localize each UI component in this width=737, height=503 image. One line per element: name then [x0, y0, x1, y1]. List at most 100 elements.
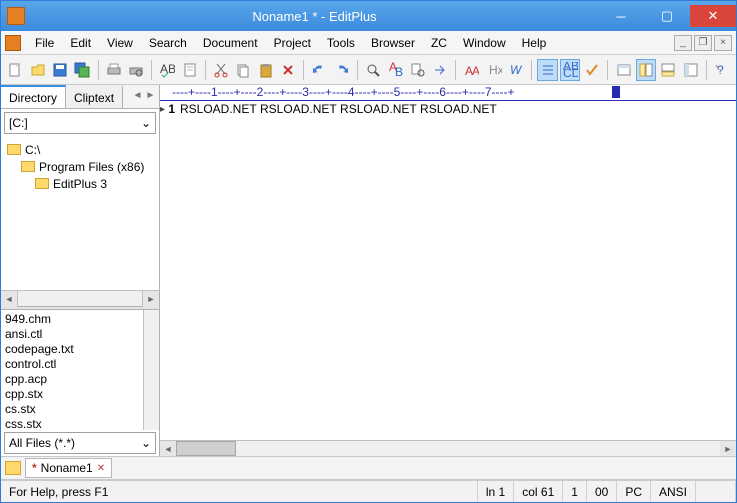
- find-icon[interactable]: [363, 59, 383, 81]
- chevron-down-icon: ⌄: [141, 116, 151, 130]
- menu-project[interactable]: Project: [266, 33, 319, 53]
- replace-icon[interactable]: AB: [385, 59, 405, 81]
- save-icon[interactable]: [50, 59, 70, 81]
- goto-line-icon[interactable]: [430, 59, 450, 81]
- highlight-icon[interactable]: Hx: [484, 59, 504, 81]
- file-list[interactable]: 949.chm ansi.ctl codepage.txt control.ct…: [1, 310, 159, 430]
- tab-directory[interactable]: Directory: [1, 85, 66, 108]
- mdi-close[interactable]: ×: [714, 35, 732, 51]
- paste-icon[interactable]: [256, 59, 276, 81]
- output-panel-icon[interactable]: [658, 59, 678, 81]
- window-title: Noname1 * - EditPlus: [31, 9, 598, 24]
- list-item[interactable]: css.stx: [5, 417, 155, 430]
- line-number-icon[interactable]: [537, 59, 557, 81]
- list-item[interactable]: cs.stx: [5, 402, 155, 417]
- spellcheck-icon[interactable]: ABC: [157, 59, 177, 81]
- menu-help[interactable]: Help: [514, 33, 555, 53]
- directory-panel-icon[interactable]: [636, 59, 656, 81]
- modified-indicator: *: [32, 461, 37, 475]
- list-item[interactable]: control.ctl: [5, 357, 155, 372]
- folder-icon: [21, 161, 35, 172]
- menu-tools[interactable]: Tools: [319, 33, 363, 53]
- svg-text:Hx: Hx: [489, 63, 502, 77]
- new-file-icon[interactable]: [5, 59, 25, 81]
- tab-cliptext[interactable]: Cliptext: [66, 85, 123, 108]
- print-preview-icon[interactable]: [126, 59, 146, 81]
- editor-hscrollbar[interactable]: ◄ ►: [160, 440, 736, 456]
- font-icon[interactable]: AA: [461, 59, 481, 81]
- drive-combobox[interactable]: [C:] ⌄: [4, 112, 156, 134]
- copy-icon[interactable]: [233, 59, 253, 81]
- tree-root[interactable]: C:\: [25, 143, 40, 157]
- menu-edit[interactable]: Edit: [62, 33, 99, 53]
- titlebar[interactable]: Noname1 * - EditPlus ─ ▢ ✕: [1, 1, 736, 31]
- status-help: For Help, press F1: [1, 481, 478, 502]
- mdi-minimize[interactable]: _: [674, 35, 692, 51]
- menu-view[interactable]: View: [99, 33, 141, 53]
- folder-icon: [7, 144, 21, 155]
- ruler-caret: [612, 86, 620, 98]
- svg-text:B: B: [395, 65, 403, 78]
- undo-icon[interactable]: [309, 59, 329, 81]
- window-controls: ─ ▢ ✕: [598, 5, 736, 27]
- chevron-down-icon: ⌄: [141, 436, 151, 450]
- check-syntax-icon[interactable]: [582, 59, 602, 81]
- list-item[interactable]: cpp.acp: [5, 372, 155, 387]
- status-resize-grip[interactable]: [696, 481, 736, 502]
- find-in-files-icon[interactable]: [408, 59, 428, 81]
- svg-text:?: ?: [717, 63, 724, 77]
- gutter: 1: [160, 101, 178, 440]
- status-ovr: 00: [587, 481, 617, 502]
- menu-window[interactable]: Window: [455, 33, 514, 53]
- document-template-icon[interactable]: [179, 59, 199, 81]
- ruler: ----+----1----+----2----+----3----+----4…: [160, 85, 736, 101]
- ruler-icon[interactable]: ABCD: [560, 59, 580, 81]
- list-item[interactable]: 949.chm: [5, 312, 155, 327]
- menu-document[interactable]: Document: [195, 33, 266, 53]
- menu-zc[interactable]: ZC: [423, 33, 455, 53]
- tree-child1[interactable]: Program Files (x86): [39, 160, 144, 174]
- tree-hscrollbar[interactable]: [1, 290, 159, 306]
- filter-value: All Files (*.*): [9, 436, 75, 450]
- scroll-left-icon[interactable]: ◄: [160, 441, 176, 456]
- tab-folder-icon[interactable]: [5, 461, 21, 475]
- list-item[interactable]: codepage.txt: [5, 342, 155, 357]
- open-file-icon[interactable]: [27, 59, 47, 81]
- maximize-button[interactable]: ▢: [644, 5, 690, 27]
- sidebar: Directory Cliptext ◄ ► [C:] ⌄ C:\ Progra…: [1, 85, 160, 456]
- delete-icon[interactable]: [278, 59, 298, 81]
- print-icon[interactable]: [103, 59, 123, 81]
- text-editor[interactable]: ▸ 1 RSLOAD.NET RSLOAD.NET RSLOAD.NET RSL…: [160, 101, 736, 440]
- doc-tab-label: Noname1: [41, 461, 93, 475]
- redo-icon[interactable]: [332, 59, 352, 81]
- cut-icon[interactable]: [211, 59, 231, 81]
- scroll-right-icon[interactable]: ►: [720, 441, 736, 456]
- sidebar-tabs: Directory Cliptext ◄ ►: [1, 85, 159, 109]
- status-encoding: ANSI: [651, 481, 696, 502]
- browser-icon[interactable]: [613, 59, 633, 81]
- tab-scroll-left-icon[interactable]: ◄: [132, 91, 143, 102]
- list-item[interactable]: cpp.stx: [5, 387, 155, 402]
- minimize-button[interactable]: ─: [598, 5, 644, 27]
- menu-search[interactable]: Search: [141, 33, 195, 53]
- document-tab[interactable]: * Noname1 ✕: [25, 458, 112, 478]
- save-all-icon[interactable]: [72, 59, 92, 81]
- menu-file[interactable]: File: [27, 33, 62, 53]
- filter-combobox[interactable]: All Files (*.*) ⌄: [4, 432, 156, 454]
- close-tab-icon[interactable]: ✕: [97, 463, 105, 474]
- help-icon[interactable]: ?: [712, 59, 732, 81]
- code-content[interactable]: RSLOAD.NET RSLOAD.NET RSLOAD.NET RSLOAD.…: [178, 101, 736, 440]
- filelist-vscrollbar[interactable]: [143, 310, 159, 430]
- folder-tree[interactable]: C:\ Program Files (x86) EditPlus 3: [1, 137, 159, 290]
- mdi-restore[interactable]: ❐: [694, 35, 712, 51]
- menubar: File Edit View Search Document Project T…: [1, 31, 736, 55]
- close-button[interactable]: ✕: [690, 5, 736, 27]
- cliptext-panel-icon[interactable]: [681, 59, 701, 81]
- tree-child2[interactable]: EditPlus 3: [53, 177, 107, 191]
- tab-scroll-right-icon[interactable]: ►: [145, 91, 156, 102]
- list-item[interactable]: ansi.ctl: [5, 327, 155, 342]
- menu-browser[interactable]: Browser: [363, 33, 423, 53]
- scroll-thumb[interactable]: [176, 441, 236, 456]
- menu-app-icon[interactable]: [5, 35, 21, 51]
- wordwrap-icon[interactable]: W: [506, 59, 526, 81]
